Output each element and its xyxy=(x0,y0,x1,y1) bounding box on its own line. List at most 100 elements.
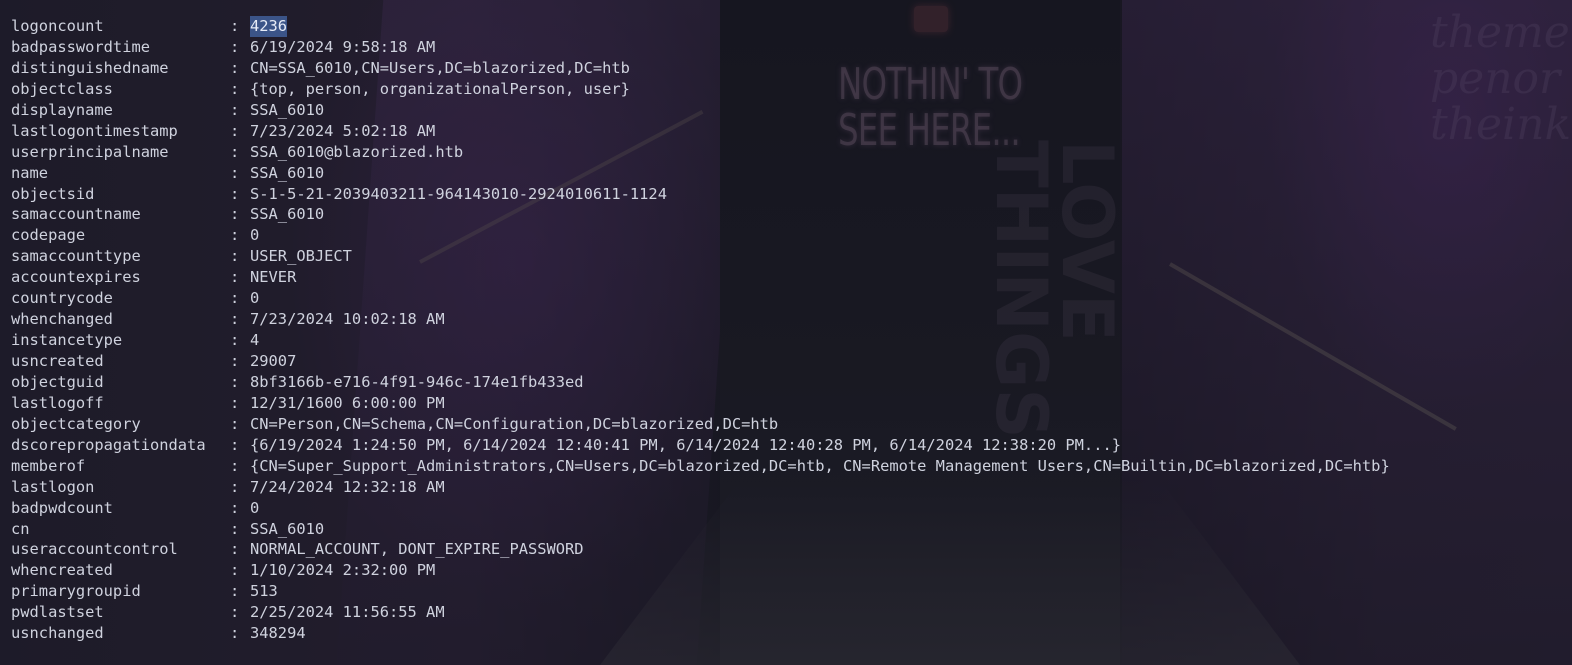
property-separator: : xyxy=(230,372,240,391)
property-value[interactable]: 7/24/2024 12:32:18 AM xyxy=(250,477,445,498)
property-value[interactable]: CN=Person,CN=Schema,CN=Configuration,DC=… xyxy=(250,414,778,435)
property-separator: : xyxy=(230,121,240,140)
property-separator: : xyxy=(230,79,240,98)
property-value[interactable]: {CN=Super_Support_Administrators,CN=User… xyxy=(250,456,1390,477)
property-key: memberof xyxy=(11,456,86,475)
property-value[interactable]: 0 xyxy=(250,225,259,246)
property-separator: : xyxy=(230,226,240,245)
property-value[interactable]: USER_OBJECT xyxy=(250,246,352,267)
property-row: whencreated:1/10/2024 2:32:00 PM xyxy=(11,560,1390,581)
property-row: badpasswordtime:6/19/2024 9:58:18 AM xyxy=(11,37,1390,58)
property-separator: : xyxy=(230,435,240,454)
property-key: whenchanged xyxy=(11,310,113,329)
property-row: useraccountcontrol: NORMAL_ACCOUNT, DONT_… xyxy=(11,539,1390,560)
property-key: lastlogoff xyxy=(11,393,104,412)
property-separator: : xyxy=(230,268,240,287)
property-value[interactable]: SSA_6010 xyxy=(250,100,324,121)
property-row: primarygroupid:513 xyxy=(11,581,1390,602)
property-key: usnchanged xyxy=(11,624,104,643)
property-row: distinguishedname: CN=SSA_6010,CN=Users,D… xyxy=(11,58,1390,79)
property-row: logoncount:4236 xyxy=(11,16,1390,37)
property-value[interactable]: SSA_6010 xyxy=(250,163,324,184)
property-value[interactable]: {6/19/2024 1:24:50 PM, 6/14/2024 12:40:4… xyxy=(250,435,1121,456)
property-value[interactable]: 513 xyxy=(250,581,278,602)
property-row: accountexpires: NEVER xyxy=(11,267,1390,288)
property-value[interactable]: NORMAL_ACCOUNT, DONT_EXPIRE_PASSWORD xyxy=(250,539,584,560)
property-value[interactable]: NEVER xyxy=(250,267,296,288)
property-key: primarygroupid xyxy=(11,582,141,601)
property-value[interactable]: SSA_6010 xyxy=(250,519,324,540)
property-separator: : xyxy=(230,58,240,77)
property-value[interactable]: 4 xyxy=(250,330,259,351)
property-separator: : xyxy=(230,205,240,224)
property-value[interactable]: 1/10/2024 2:32:00 PM xyxy=(250,560,435,581)
property-key: objectsid xyxy=(11,184,95,203)
property-key: instancetype xyxy=(11,331,123,350)
ad-user-properties: logoncount:4236 badpasswordtime:6/19/2024… xyxy=(11,16,1390,644)
property-key: lastlogon xyxy=(11,477,95,496)
property-separator: : xyxy=(230,624,240,643)
property-value[interactable]: CN=SSA_6010,CN=Users,DC=blazorized,DC=ht… xyxy=(250,58,630,79)
property-key: displayname xyxy=(11,100,113,119)
property-row: lastlogoff:12/31/1600 6:00:00 PM xyxy=(11,393,1390,414)
property-value[interactable]: 348294 xyxy=(250,623,306,644)
property-separator: : xyxy=(230,100,240,119)
property-value[interactable]: 6/19/2024 9:58:18 AM xyxy=(250,37,435,58)
property-row: lastlogon:7/24/2024 12:32:18 AM xyxy=(11,477,1390,498)
property-separator: : xyxy=(230,142,240,161)
property-value[interactable]: S-1-5-21-2039403211-964143010-2924010611… xyxy=(250,184,667,205)
property-key: samaccounttype xyxy=(11,247,141,266)
property-separator: : xyxy=(230,561,240,580)
property-value[interactable]: 29007 xyxy=(250,351,296,372)
property-key: objectclass xyxy=(11,79,113,98)
property-key: whencreated xyxy=(11,561,113,580)
property-value[interactable]: 2/25/2024 11:56:55 AM xyxy=(250,602,445,623)
property-key: cn xyxy=(11,519,30,538)
property-value[interactable]: 0 xyxy=(250,288,259,309)
property-row: usnchanged:348294 xyxy=(11,623,1390,644)
property-value[interactable]: 0 xyxy=(250,498,259,519)
property-row: pwdlastset:2/25/2024 11:56:55 AM xyxy=(11,602,1390,623)
property-separator: : xyxy=(230,184,240,203)
property-key: dscorepropagationdata xyxy=(11,435,206,454)
property-value[interactable]: {top, person, organizationalPerson, user… xyxy=(250,79,630,100)
property-separator: : xyxy=(230,393,240,412)
property-separator: : xyxy=(230,289,240,308)
property-value[interactable]: SSA_6010 xyxy=(250,204,324,225)
property-row: cn: SSA_6010 xyxy=(11,519,1390,540)
property-key: badpwdcount xyxy=(11,498,113,517)
property-separator: : xyxy=(230,414,240,433)
property-value[interactable]: 7/23/2024 5:02:18 AM xyxy=(250,121,435,142)
property-key: useraccountcontrol xyxy=(11,540,178,559)
property-key: objectguid xyxy=(11,372,104,391)
property-separator: : xyxy=(230,498,240,517)
property-key: logoncount xyxy=(11,17,104,35)
property-key: samaccountname xyxy=(11,205,141,224)
property-separator: : xyxy=(230,331,240,350)
property-separator: : xyxy=(230,247,240,266)
property-row: countrycode:0 xyxy=(11,288,1390,309)
property-row: objectsid: S-1-5-21-2039403211-964143010-… xyxy=(11,184,1390,205)
property-separator: : xyxy=(230,582,240,601)
property-separator: : xyxy=(230,456,240,475)
property-separator: : xyxy=(230,37,240,56)
property-key: badpasswordtime xyxy=(11,37,150,56)
property-row: whenchanged:7/23/2024 10:02:18 AM xyxy=(11,309,1390,330)
property-row: userprincipalname: SSA_6010@blazorized.ht… xyxy=(11,142,1390,163)
property-row: lastlogontimestamp:7/23/2024 5:02:18 AM xyxy=(11,121,1390,142)
property-row: objectcategory: CN=Person,CN=Schema,CN=Co… xyxy=(11,414,1390,435)
property-separator: : xyxy=(230,477,240,496)
property-separator: : xyxy=(230,352,240,370)
property-row: samaccounttype: USER_OBJECT xyxy=(11,246,1390,267)
property-row: objectguid:8bf3166b-e716-4f91-946c-174e1… xyxy=(11,372,1390,393)
property-value[interactable]: 12/31/1600 6:00:00 PM xyxy=(250,393,445,414)
property-key: pwdlastset xyxy=(11,603,104,622)
terminal-window[interactable]: logoncount:4236 badpasswordtime:6/19/2024… xyxy=(0,0,1572,665)
property-value[interactable]: 8bf3166b-e716-4f91-946c-174e1fb433ed xyxy=(250,372,584,393)
property-value[interactable]: 7/23/2024 10:02:18 AM xyxy=(250,309,445,330)
property-value-selected[interactable]: 4236 xyxy=(250,16,288,37)
property-row: badpwdcount:0 xyxy=(11,498,1390,519)
property-row: dscorepropagationdata: {6/19/2024 1:24:50… xyxy=(11,435,1390,456)
property-value[interactable]: SSA_6010@blazorized.htb xyxy=(250,142,463,163)
property-key: countrycode xyxy=(11,289,113,308)
